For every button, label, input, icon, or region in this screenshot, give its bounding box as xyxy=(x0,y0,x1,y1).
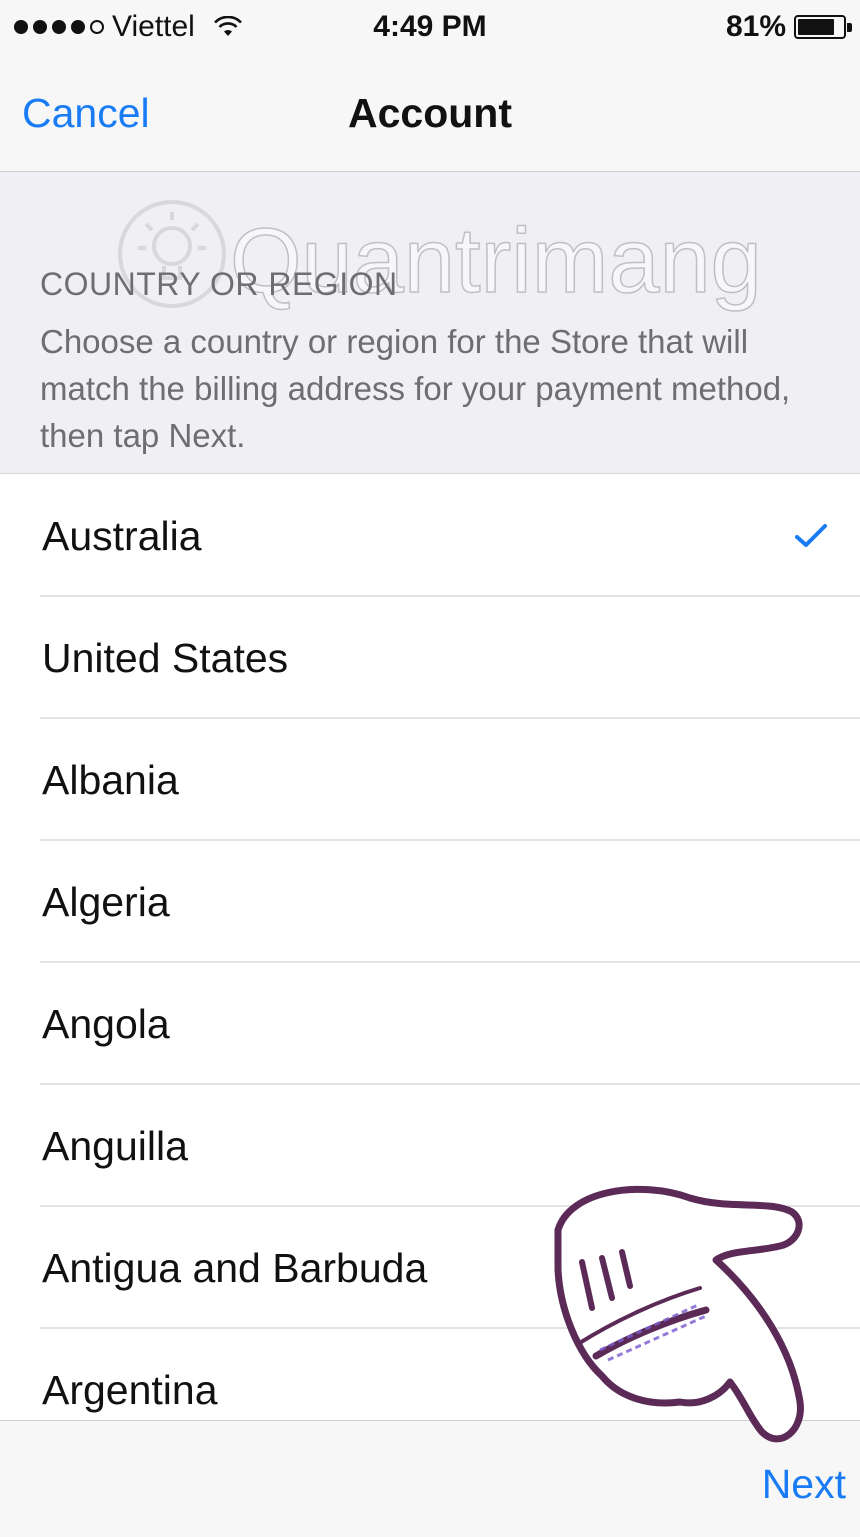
country-name: Anguilla xyxy=(42,1123,188,1169)
country-name: Algeria xyxy=(42,879,170,925)
bottom-toolbar: Next xyxy=(0,1420,860,1537)
country-name: Australia xyxy=(42,513,202,559)
country-row[interactable]: Australia xyxy=(0,475,860,597)
battery-fill xyxy=(798,19,834,35)
country-name: United States xyxy=(42,635,289,681)
battery-nub xyxy=(847,23,852,32)
cancel-button[interactable]: Cancel xyxy=(22,90,150,137)
screen: Viettel 4:49 PM 81% Cancel Account Quant… xyxy=(0,0,860,1537)
country-row[interactable]: Albania xyxy=(0,719,860,841)
section-header: Quantrimang COUNTRY OR REGION Choose a c… xyxy=(0,172,860,474)
battery-percent: 81% xyxy=(725,10,786,43)
next-button[interactable]: Next xyxy=(762,1461,846,1508)
country-row[interactable]: United States xyxy=(0,597,860,719)
country-list: Australia United States Albania Algeria Ango… xyxy=(0,475,860,1451)
country-row[interactable]: Algeria xyxy=(0,841,860,963)
country-name: Argentina xyxy=(42,1367,218,1413)
status-right: 81% xyxy=(725,10,852,44)
checkmark-icon xyxy=(795,524,827,547)
country-row[interactable]: Antigua and Barbuda xyxy=(0,1207,860,1329)
watermark-logo: Quantrimang xyxy=(118,200,763,313)
navigation-bar: Cancel Account xyxy=(0,56,860,172)
section-description: Choose a country or region for the Store… xyxy=(40,323,791,454)
section-title: COUNTRY OR REGION xyxy=(40,266,398,302)
battery-icon xyxy=(794,15,852,39)
country-name: Albania xyxy=(42,757,179,803)
country-row[interactable]: Angola xyxy=(0,963,860,1085)
country-row[interactable]: Anguilla xyxy=(0,1085,860,1207)
country-name: Angola xyxy=(42,1001,170,1047)
status-bar: Viettel 4:49 PM 81% xyxy=(0,0,860,56)
country-name: Antigua and Barbuda xyxy=(42,1245,428,1291)
